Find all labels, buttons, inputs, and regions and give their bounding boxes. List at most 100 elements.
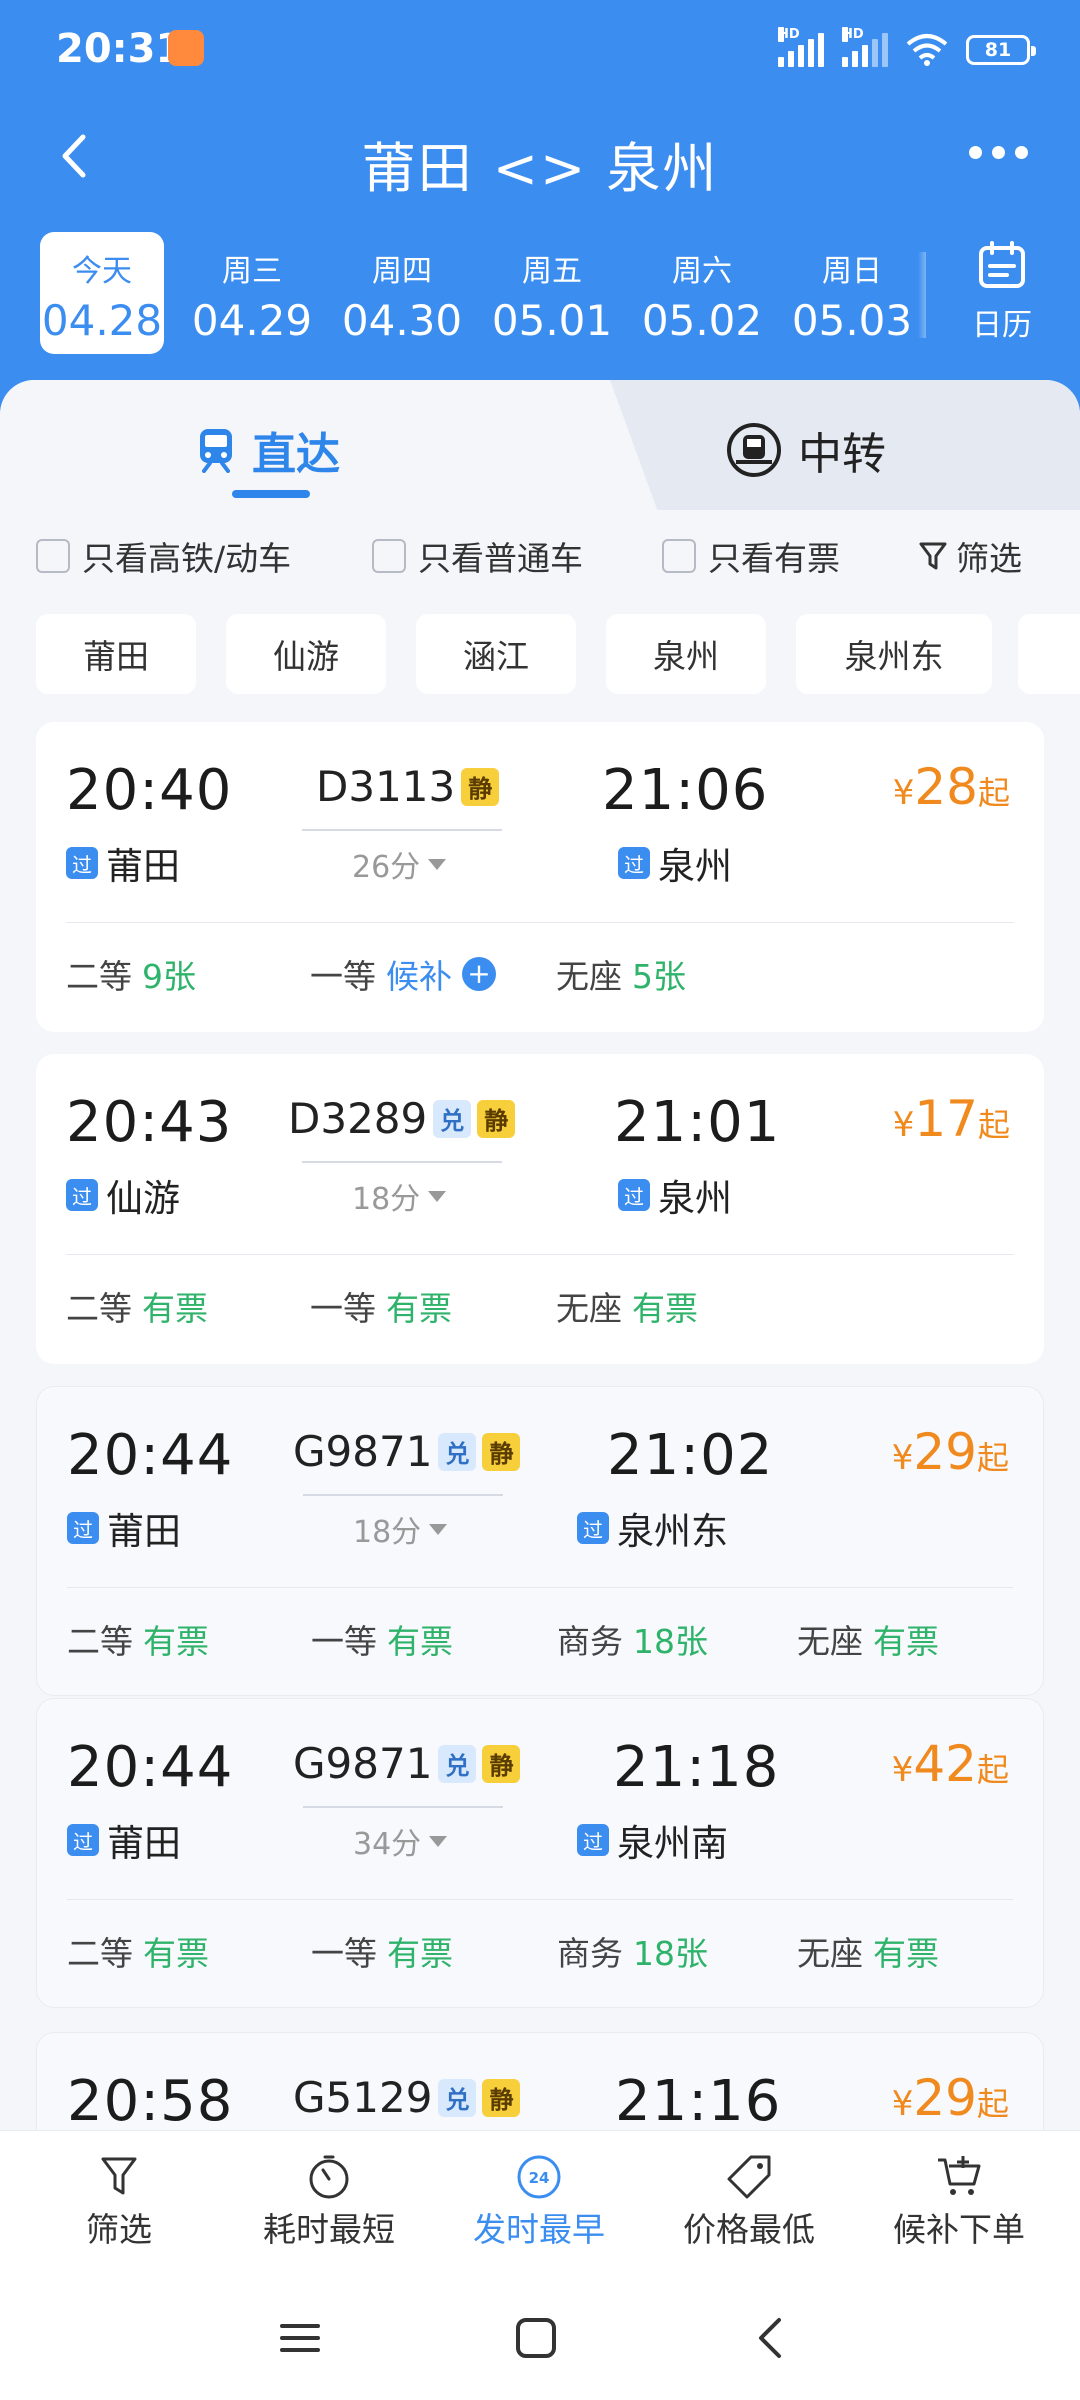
train-number: G9871 兑 静 [293, 1427, 521, 1476]
station-chip[interactable]: 莆田 [36, 614, 196, 694]
departure-time: 20:40 [66, 758, 233, 823]
calendar-button[interactable]: 日历 [952, 240, 1052, 344]
caret-down-icon [428, 858, 447, 870]
quiet-car-badge: 静 [461, 767, 500, 806]
price-tag-icon [727, 2155, 771, 2199]
sort-filter-button[interactable]: 筛选 [14, 2151, 224, 2251]
clock-24-icon: 24 [517, 2155, 561, 2199]
seat-first-class[interactable]: 一等 候补 + [310, 950, 496, 998]
redeem-badge: 兑 [438, 1744, 477, 1783]
tab-direct[interactable]: 直达 [196, 418, 340, 482]
seat-second-class: 二等 有票 [67, 1934, 209, 1973]
price: ¥ 28 起 [892, 758, 1010, 816]
departure-station: 过 莆田 [67, 1813, 181, 1867]
more-dot-icon [969, 146, 982, 159]
station-chip[interactable]: 仙游 [226, 614, 386, 694]
train-card[interactable]: 20:44 过 莆田 G9871 兑 静 18分 21:02 过 泉州东 ¥ 2… [36, 1386, 1044, 1696]
price: ¥ 29 起 [891, 2069, 1009, 2127]
sort-shortest-button[interactable]: 耗时最短 [224, 2151, 434, 2251]
departure-time: 20:58 [67, 2069, 234, 2130]
back-chevron-icon [759, 2318, 781, 2358]
date-item[interactable]: 周日 05.03 [790, 232, 914, 354]
departure-station: 过 莆田 [66, 836, 180, 890]
duration-toggle[interactable]: 18分 [352, 1174, 447, 1218]
date-item[interactable]: 周六 05.02 [640, 232, 764, 354]
departure-time: 20:44 [67, 1735, 234, 1800]
train-number: G5129 兑 静 [293, 2073, 521, 2122]
more-button[interactable] [969, 146, 1028, 159]
pass-through-badge: 过 [67, 1512, 99, 1544]
filter-available[interactable]: 只看有票 [662, 532, 840, 580]
checkbox-icon [372, 539, 406, 573]
arrival-time: 21:06 [602, 758, 769, 823]
price: ¥ 17 起 [892, 1090, 1010, 1148]
pass-through-badge: 过 [67, 1824, 99, 1856]
sort-bar: 筛选 耗时最短 24 发时最早 价格最低 候补下单 [0, 2130, 1080, 2270]
filter-ordinary[interactable]: 只看普通车 [372, 532, 583, 580]
station-filter-chips: 莆田 仙游 涵江 泉州 泉州东 [36, 614, 1080, 694]
train-card[interactable]: 20:58 G5129 兑 静 21:16 ¥ 29 起 [36, 2032, 1044, 2130]
quiet-car-badge: 静 [477, 1099, 516, 1138]
filter-button[interactable]: 筛选 [918, 532, 1022, 580]
sort-cheapest-button[interactable]: 价格最低 [644, 2151, 854, 2251]
train-card[interactable]: 20:40 过 莆田 D3113 静 26分 21:06 过 泉州 ¥ 28 起… [36, 722, 1044, 1032]
arrival-station: 过 泉州东 [577, 1501, 728, 1555]
svg-text:24: 24 [529, 2169, 550, 2187]
status-bar: 20:31 HD HD 81 [0, 0, 1080, 100]
seat-no-seat: 无座 有票 [556, 1289, 698, 1328]
duration-toggle[interactable]: 26分 [352, 842, 447, 886]
station-chip[interactable]: 涵江 [416, 614, 576, 694]
date-scroll-fade [918, 252, 926, 338]
quiet-car-badge: 静 [482, 2078, 521, 2117]
caret-down-icon [428, 1190, 447, 1202]
results-panel: 直达 中转 只看高铁/动车 只看普通车 只看有票 筛选 莆田 仙游 涵江 泉州 … [0, 380, 1080, 2130]
seat-second-class: 二等 有票 [66, 1289, 208, 1328]
train-card[interactable]: 20:43 过 仙游 D3289 兑 静 18分 21:01 过 泉州 ¥ 17… [36, 1054, 1044, 1364]
station-chip[interactable]: 泉州 [606, 614, 766, 694]
menu-button[interactable] [270, 2308, 330, 2368]
filter-high-speed[interactable]: 只看高铁/动车 [36, 532, 291, 580]
departure-time: 20:43 [66, 1090, 233, 1155]
train-number: G9871 兑 静 [293, 1739, 521, 1788]
home-button[interactable] [506, 2308, 566, 2368]
battery-icon: 81 [966, 35, 1036, 65]
date-today[interactable]: 今天 04.28 [40, 232, 164, 354]
price: ¥ 29 起 [891, 1423, 1009, 1481]
seat-first-class: 一等 有票 [311, 1934, 453, 1973]
seat-second-class: 二等 有票 [67, 1622, 209, 1661]
arrival-station: 过 泉州 [618, 836, 732, 890]
seat-first-class: 一等 有票 [310, 1289, 452, 1328]
add-waitlist-icon[interactable]: + [462, 957, 496, 991]
date-item[interactable]: 周五 05.01 [490, 232, 614, 354]
seat-availability: 二等 有票 一等 有票 商务 18张 无座 有票 [67, 1615, 1013, 1665]
date-item[interactable]: 周四 04.30 [340, 232, 464, 354]
stopwatch-icon [309, 2155, 349, 2199]
arrival-time: 21:18 [613, 1735, 780, 1800]
date-item[interactable]: 周三 04.29 [190, 232, 314, 354]
seat-business-class: 商务 18张 [557, 1622, 708, 1661]
app-notification-icon [168, 30, 204, 66]
station-chip[interactable]: 泉州东 [796, 614, 992, 694]
caret-down-icon [429, 1835, 448, 1847]
signal-icon: HD [778, 27, 824, 67]
tab-transfer[interactable]: 中转 [726, 418, 886, 482]
duration-toggle[interactable]: 18分 [353, 1507, 448, 1551]
pass-through-badge: 过 [618, 847, 650, 879]
seat-no-seat: 无座 有票 [797, 1622, 939, 1661]
seat-availability: 二等 9张 一等 候补 + 无座 5张 [66, 950, 1014, 1000]
arrival-station: 过 泉州 [618, 1168, 732, 1222]
active-tab-indicator [232, 490, 310, 498]
station-chip[interactable] [1018, 614, 1080, 694]
checkbox-icon [662, 539, 696, 573]
waitlist-order-button[interactable]: 候补下单 [854, 2151, 1064, 2251]
redeem-badge: 兑 [438, 2078, 477, 2117]
system-nav-bar [0, 2270, 1080, 2400]
sort-earliest-button[interactable]: 24 发时最早 [434, 2151, 644, 2251]
menu-icon [280, 2324, 320, 2352]
route-title: 莆田 <> 泉州 [361, 137, 719, 200]
departure-time: 20:44 [67, 1423, 234, 1488]
train-card[interactable]: 20:44 过 莆田 G9871 兑 静 34分 21:18 过 泉州南 ¥ 4… [36, 1698, 1044, 2008]
system-back-button[interactable] [740, 2308, 800, 2368]
duration-toggle[interactable]: 34分 [353, 1819, 448, 1863]
redeem-badge: 兑 [433, 1099, 472, 1138]
